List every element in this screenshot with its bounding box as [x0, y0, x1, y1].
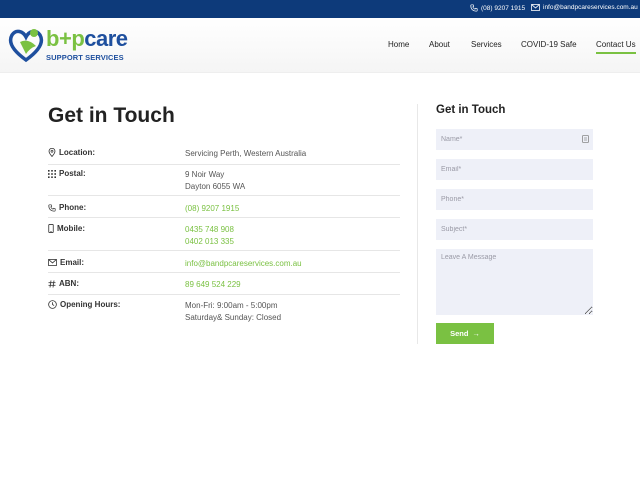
hash-icon: [48, 279, 56, 288]
nav-services[interactable]: Services: [471, 40, 502, 49]
mobile-icon: [48, 224, 54, 233]
topbar-email-text: info@bandpcareservices.com.au: [543, 4, 638, 11]
heart-figure-logo-icon: [8, 29, 44, 63]
page-title: Get in Touch: [48, 104, 175, 127]
form-title: Get in Touch: [436, 104, 506, 116]
location-value: Servicing Perth, Western Australia: [185, 149, 307, 158]
postal-line-1: 9 Noir Way: [185, 170, 225, 179]
nav-about[interactable]: About: [429, 40, 450, 49]
subject-field[interactable]: [436, 219, 593, 240]
phone-field[interactable]: [436, 189, 593, 210]
nav-contact-us[interactable]: Contact Us: [596, 40, 636, 54]
email-field[interactable]: [436, 159, 593, 180]
contact-row-abn: ABN: 89 649 524 229: [48, 279, 400, 295]
send-button[interactable]: Send →: [436, 323, 494, 344]
location-pin-icon: [48, 148, 56, 157]
top-bar: (08) 9207 1915 info@bandpcareservices.co…: [0, 0, 640, 18]
topbar-email[interactable]: info@bandpcareservices.com.au: [531, 4, 638, 11]
location-label: Location:: [59, 148, 95, 157]
column-divider: [417, 104, 418, 344]
contact-row-opening-hours: Opening Hours: Mon-Fri: 9:00am - 5:00pm …: [48, 300, 400, 326]
send-label: Send: [450, 329, 469, 338]
logo-wordmark: b+pcare: [46, 26, 128, 51]
grid-dots-icon: [48, 169, 56, 178]
contact-row-phone: Phone: (08) 9207 1915: [48, 203, 400, 218]
phone-link[interactable]: (08) 9207 1915: [185, 203, 239, 215]
topbar-phone-text: (08) 9207 1915: [481, 4, 526, 12]
clock-icon: [48, 300, 57, 309]
mobile-label: Mobile:: [57, 224, 85, 233]
postal-line-2: Dayton 6055 WA: [185, 182, 246, 191]
opening-hours-value: Mon-Fri: 9:00am - 5:00pm Saturday& Sunda…: [185, 300, 281, 324]
contact-row-location: Location: Servicing Perth, Western Austr…: [48, 148, 400, 165]
logo-tagline: SUPPORT SERVICES: [46, 53, 124, 62]
abn-value: 89 649 524 229: [185, 280, 241, 289]
phone-icon: [48, 203, 56, 212]
site-header: b+pcare SUPPORT SERVICES Home About Serv…: [0, 18, 640, 73]
opening-hours-label: Opening Hours:: [60, 300, 121, 309]
contact-row-postal: Postal: 9 Noir Way Dayton 6055 WA: [48, 169, 400, 196]
mobile-link-2[interactable]: 0402 013 335: [185, 236, 234, 248]
postal-value: 9 Noir Way Dayton 6055 WA: [185, 169, 245, 193]
topbar-phone[interactable]: (08) 9207 1915: [470, 4, 525, 12]
contact-row-mobile: Mobile: 0435 748 908 0402 013 335: [48, 224, 400, 251]
hours-weekend: Saturday& Sunday: Closed: [185, 313, 282, 322]
arrow-right-icon: →: [472, 329, 480, 338]
autofill-card-icon: [582, 135, 589, 143]
logo[interactable]: b+pcare SUPPORT SERVICES: [6, 26, 136, 66]
postal-label: Postal:: [59, 169, 86, 178]
envelope-icon: [48, 259, 57, 266]
phone-label: Phone:: [59, 203, 87, 212]
message-field[interactable]: [436, 249, 593, 315]
nav-home[interactable]: Home: [388, 40, 409, 49]
abn-label: ABN:: [59, 279, 79, 288]
hours-weekday: Mon-Fri: 9:00am - 5:00pm: [185, 301, 278, 310]
name-field[interactable]: [436, 129, 593, 150]
phone-icon: [470, 4, 478, 12]
email-label: Email:: [60, 258, 85, 267]
mobile-value: 0435 748 908 0402 013 335: [185, 224, 234, 248]
envelope-icon: [531, 4, 540, 11]
email-link[interactable]: info@bandpcareservices.com.au: [185, 258, 302, 270]
nav-covid-19-safe[interactable]: COVID-19 Safe: [521, 40, 577, 49]
contact-row-email: Email: info@bandpcareservices.com.au: [48, 258, 400, 273]
mobile-link-1[interactable]: 0435 748 908: [185, 224, 234, 236]
